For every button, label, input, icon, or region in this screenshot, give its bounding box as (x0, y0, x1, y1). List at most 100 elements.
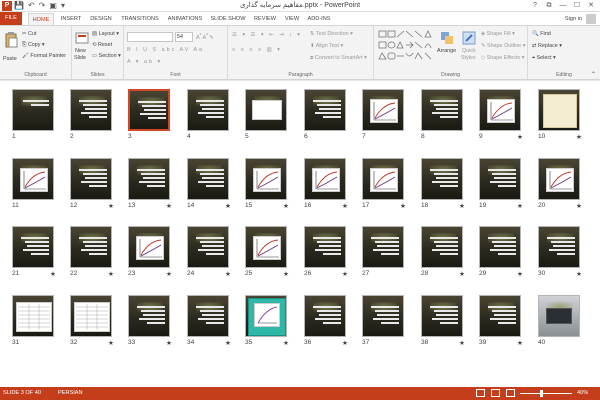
qat-more-icon[interactable]: ▾ (61, 1, 65, 11)
shape-effects-button[interactable]: ◇ Shape Effects ▾ (481, 55, 524, 61)
new-slide-button[interactable] (75, 31, 89, 47)
slide-thumbnail[interactable] (187, 295, 229, 337)
start-slideshow-icon[interactable]: ▣ (49, 1, 57, 11)
convert-smartart-button[interactable]: ⧈ Convert to SmartArt ▾ (310, 55, 367, 62)
slide-thumbnail[interactable] (128, 158, 170, 200)
slide-thumbnail[interactable] (128, 89, 170, 131)
slide-thumbnail[interactable] (362, 158, 404, 200)
redo-icon[interactable]: ↷ (39, 1, 46, 11)
tab-add-ins[interactable]: ADD-INS (306, 13, 332, 25)
font-format-buttons[interactable]: B I U S abc AV Aa (127, 47, 204, 53)
slide-thumbnail[interactable] (538, 295, 580, 337)
zoom-slider-handle[interactable] (540, 390, 543, 397)
slide-thumbnail[interactable] (538, 226, 580, 268)
shape-fill-button[interactable]: ◈ Shape Fill ▾ (481, 31, 515, 37)
tab-view[interactable]: VIEW (282, 13, 302, 25)
slide-thumbnail[interactable] (304, 295, 346, 337)
shapes-gallery[interactable] (378, 30, 436, 66)
tab-animations[interactable]: ANIMATIONS (164, 13, 206, 25)
slide-thumbnail[interactable] (479, 226, 521, 268)
slide-thumbnail[interactable] (12, 295, 54, 337)
tab-home[interactable]: HOME (28, 13, 54, 25)
help-icon[interactable]: ? (528, 0, 542, 11)
slide-thumbnail[interactable] (304, 158, 346, 200)
tab-transitions[interactable]: TRANSITIONS (119, 13, 161, 25)
slide-thumbnail[interactable] (479, 158, 521, 200)
slide-thumbnail[interactable] (362, 89, 404, 131)
slide-thumbnail[interactable] (128, 295, 170, 337)
slide-thumbnail[interactable] (70, 89, 112, 131)
format-painter-button[interactable]: 🖌 Format Painter (22, 53, 66, 59)
zoom-slider[interactable] (520, 390, 572, 397)
close-icon[interactable]: ✕ (584, 0, 598, 11)
restore-ribbon-icon[interactable]: ⧉ (542, 0, 556, 11)
align-text-button[interactable]: ⬍ Align Text ▾ (310, 43, 343, 49)
slide-thumbnail[interactable] (70, 158, 112, 200)
quick-styles-button[interactable] (462, 31, 476, 47)
collapse-ribbon-icon[interactable]: ⌃ (591, 71, 596, 78)
slide-text-line (436, 108, 458, 110)
zoom-level[interactable]: 40% (577, 387, 588, 400)
slide-thumbnail[interactable] (304, 89, 346, 131)
slide-thumbnail[interactable] (245, 226, 287, 268)
slide-thumbnail[interactable] (479, 295, 521, 337)
slide-thumbnail[interactable] (421, 295, 463, 337)
paste-button[interactable] (4, 32, 20, 54)
reset-button[interactable]: ⟲ Reset (92, 42, 112, 48)
slide-thumbnail[interactable] (70, 295, 112, 337)
slide-thumbnail[interactable] (187, 89, 229, 131)
slide-thumbnail[interactable] (12, 158, 54, 200)
reading-view-icon[interactable] (506, 389, 515, 397)
text-direction-button[interactable]: ⇅ Text Direction ▾ (310, 31, 353, 37)
sign-in-link[interactable]: Sign in (565, 14, 582, 24)
slide-thumbnail[interactable] (421, 158, 463, 200)
tab-review[interactable]: REVIEW (251, 13, 279, 25)
select-button[interactable]: ⌖ Select ▾ (532, 55, 556, 62)
undo-icon[interactable]: ↶ (28, 1, 35, 11)
slide-thumbnail[interactable] (12, 226, 54, 268)
list-buttons[interactable]: ☰ ▾ ☰ ▾ ⇤ ⇥ ↕ ▾ (232, 32, 302, 38)
arrange-button[interactable] (440, 31, 454, 47)
font-color-buttons[interactable]: A ▾ ab ▾ (127, 59, 162, 65)
slide-thumbnail[interactable] (128, 226, 170, 268)
slide-chart (370, 168, 398, 192)
slide-thumbnail[interactable] (70, 226, 112, 268)
slide-thumbnail[interactable] (12, 89, 54, 131)
slide-thumbnail[interactable] (245, 89, 287, 131)
avatar[interactable] (586, 14, 596, 24)
replace-button[interactable]: ⇄ Replace ▾ (532, 43, 562, 49)
find-button[interactable]: 🔍 Find (532, 31, 551, 37)
cut-button[interactable]: ✂ Cut (22, 31, 36, 37)
section-button[interactable]: ▭ Section ▾ (92, 53, 121, 59)
slide-thumbnail[interactable] (538, 158, 580, 200)
reset-icon: ⟲ (92, 42, 97, 48)
slide-sorter-view-icon[interactable] (491, 389, 500, 397)
tab-slide-show[interactable]: SLIDE SHOW (209, 13, 247, 25)
minimize-icon[interactable]: — (556, 0, 570, 11)
font-name-input[interactable] (127, 32, 173, 42)
tab-design[interactable]: DESIGN (87, 13, 115, 25)
normal-view-icon[interactable] (476, 389, 485, 397)
slide-thumbnail[interactable] (187, 158, 229, 200)
slide-thumbnail[interactable] (421, 89, 463, 131)
slide-thumbnail[interactable] (421, 226, 463, 268)
slide-thumbnail[interactable] (245, 295, 287, 337)
copy-button[interactable]: ⎘ Copy ▾ (22, 42, 45, 49)
slide-thumbnail[interactable] (304, 226, 346, 268)
slide-thumbnail[interactable] (362, 295, 404, 337)
align-buttons[interactable]: ≡ ≡ ≡ ≡ ▥ ▾ (232, 47, 282, 53)
shape-outline-button[interactable]: ✎ Shape Outline ▾ (481, 43, 525, 49)
save-icon[interactable]: 💾 (14, 1, 24, 11)
font-size-input[interactable]: 54 (175, 32, 193, 42)
slide-thumbnail[interactable] (245, 158, 287, 200)
tab-insert[interactable]: INSERT (58, 13, 84, 25)
slide-thumbnail[interactable] (362, 226, 404, 268)
slide-thumbnail[interactable] (538, 89, 580, 131)
slide-thumbnail[interactable] (187, 226, 229, 268)
tab-file[interactable]: FILE (0, 12, 22, 25)
language-indicator[interactable]: PERSIAN (58, 387, 83, 400)
layout-button[interactable]: ▤ Layout ▾ (92, 31, 119, 37)
grow-shrink-font-buttons[interactable]: Aᵃ Aᵃ ✎ (196, 32, 214, 41)
slide-thumbnail[interactable] (479, 89, 521, 131)
maximize-icon[interactable]: ☐ (570, 0, 584, 11)
